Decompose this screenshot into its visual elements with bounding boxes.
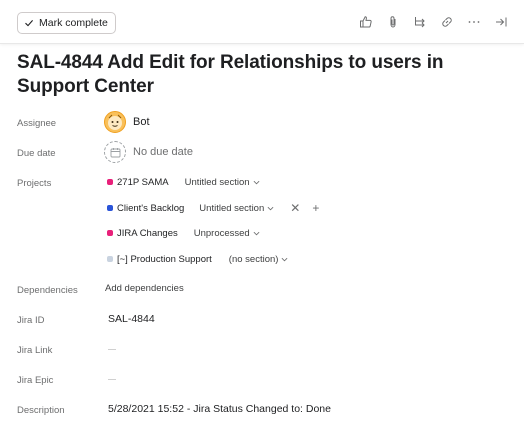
section-name: Untitled section xyxy=(184,176,250,188)
close-pane-icon[interactable] xyxy=(487,13,514,31)
subtask-icon[interactable] xyxy=(406,13,433,31)
paperclip-icon[interactable] xyxy=(379,13,406,31)
section-selector[interactable]: Untitled section xyxy=(199,203,274,214)
jira-id-label: Jira ID xyxy=(17,315,45,326)
assignee-label: Assignee xyxy=(17,118,57,129)
chevron-down-icon xyxy=(253,231,260,235)
dependencies-label: Dependencies xyxy=(17,285,78,296)
chevron-down-icon xyxy=(253,180,259,184)
more-icon[interactable] xyxy=(460,13,487,31)
project-name[interactable]: JIRA Changes xyxy=(117,228,178,239)
jira-link-label: Jira Link xyxy=(17,345,53,356)
due-date-field[interactable]: No due date xyxy=(104,141,193,163)
link-icon[interactable] xyxy=(433,13,460,31)
add-project-icon[interactable]: + xyxy=(312,202,319,214)
section-selector[interactable]: Untitled section xyxy=(185,177,260,188)
project-row: JIRA Changes Unprocessed xyxy=(107,225,260,241)
jira-id-value[interactable]: SAL-4844 xyxy=(108,313,155,325)
project-name[interactable]: Client's Backlog xyxy=(117,203,184,214)
checkmark-icon xyxy=(25,20,34,27)
section-name: Untitled section xyxy=(199,202,265,214)
remove-project-icon[interactable]: ✕ xyxy=(290,202,300,214)
assignee-field[interactable]: Bot xyxy=(104,111,150,133)
chevron-down-icon xyxy=(267,206,274,210)
description-label: Description xyxy=(17,405,65,416)
project-row: [~] Production Support (no section) xyxy=(107,251,288,267)
toolbar-actions xyxy=(352,13,514,31)
project-color-dot xyxy=(107,230,113,236)
project-color-dot xyxy=(107,256,113,262)
projects-label: Projects xyxy=(17,178,52,189)
thumbs-up-icon[interactable] xyxy=(352,13,379,31)
assignee-name: Bot xyxy=(133,116,150,128)
project-row: 271P SAMA Untitled section xyxy=(107,174,260,190)
task-title[interactable]: SAL-4844 Add Edit for Relationships to u… xyxy=(17,51,517,99)
mark-complete-label: Mark complete xyxy=(39,17,108,29)
section-selector[interactable]: (no section) xyxy=(229,254,289,265)
chevron-down-icon xyxy=(282,257,288,261)
bot-avatar-icon xyxy=(104,111,126,133)
description-text[interactable]: 5/28/2021 15:52 - Jira Status Changed to… xyxy=(108,403,331,415)
section-selector[interactable]: Unprocessed xyxy=(194,228,260,239)
due-date-label: Due date xyxy=(17,148,56,159)
project-name[interactable]: 271P SAMA xyxy=(117,177,169,188)
section-name: (no section) xyxy=(228,253,279,265)
due-date-value: No due date xyxy=(133,146,193,158)
task-toolbar: Mark complete xyxy=(0,0,524,44)
project-name[interactable]: [~] Production Support xyxy=(117,254,212,265)
add-dependencies-button[interactable]: Add dependencies xyxy=(105,283,184,294)
project-row: Client's Backlog Untitled section ✕ + xyxy=(107,200,319,216)
mark-complete-button[interactable]: Mark complete xyxy=(17,12,116,34)
section-name: Unprocessed xyxy=(193,227,250,239)
jira-link-empty[interactable] xyxy=(108,349,116,350)
jira-epic-empty[interactable] xyxy=(108,379,116,380)
calendar-icon xyxy=(104,141,126,163)
project-color-dot xyxy=(107,205,113,211)
project-color-dot xyxy=(107,179,113,185)
jira-epic-label: Jira Epic xyxy=(17,375,54,386)
